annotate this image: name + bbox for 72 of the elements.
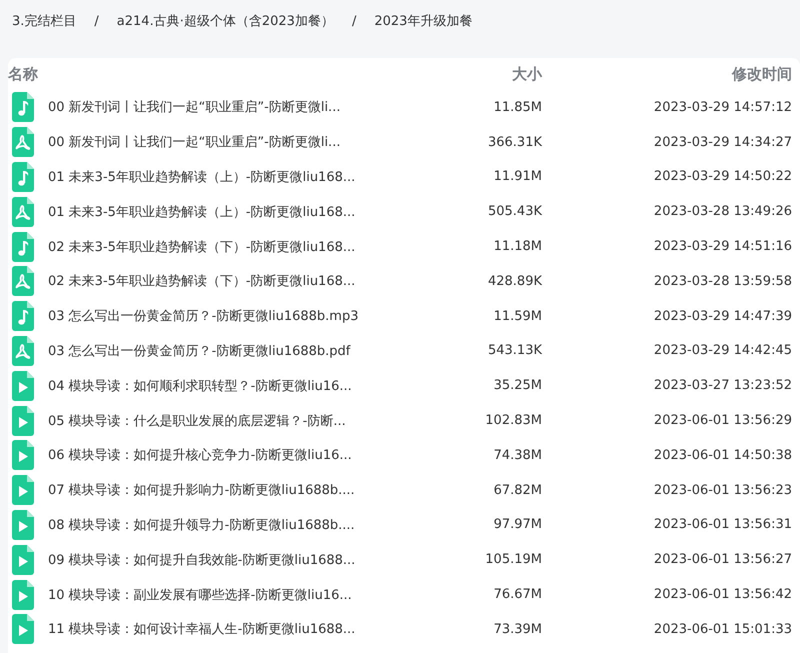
file-name[interactable]: 06 模块导读：如何提升核心竞争力-防断更微liu16... xyxy=(48,446,392,464)
modified-time: 2023-06-01 13:56:27 xyxy=(652,552,792,568)
audio-file-icon xyxy=(12,232,34,262)
audio-file-icon xyxy=(12,301,34,332)
file-size: 366.31K xyxy=(486,134,542,150)
video-file-icon xyxy=(12,440,34,470)
file-size: 543.13K xyxy=(486,343,542,358)
breadcrumb-separator: / xyxy=(94,14,99,28)
video-file-icon xyxy=(12,370,34,401)
video-file-icon xyxy=(12,544,34,575)
file-name[interactable]: 02 未来3-5年职业趋势解读（下）-防断更微liu168... xyxy=(48,238,392,256)
file-name[interactable]: 04 模块导读：如何顺利求职转型？-防断更微liu16... xyxy=(48,376,392,395)
modified-time: 2023-03-28 13:49:26 xyxy=(652,204,792,220)
file-size: 11.85M xyxy=(492,100,542,115)
file-size: 76.67M xyxy=(492,587,542,602)
file-name[interactable]: 00 新发刊词丨让我们一起“职业重启”-防断更微li... xyxy=(48,98,392,116)
file-size: 428.89K xyxy=(486,274,542,289)
file-size: 105.19M xyxy=(484,552,542,568)
modified-time: 2023-03-28 13:59:58 xyxy=(652,274,792,289)
file-size: 102.83M xyxy=(484,413,542,428)
breadcrumb-link[interactable]: 2023年升级加餐 xyxy=(374,12,472,30)
modified-time: 2023-03-29 14:51:16 xyxy=(652,239,792,254)
file-size: 11.18M xyxy=(492,239,542,254)
modified-time: 2023-03-29 14:50:22 xyxy=(652,169,792,184)
column-header[interactable]: 名称 xyxy=(8,64,392,84)
modified-time: 2023-06-01 13:56:29 xyxy=(652,413,792,428)
file-size: 73.39M xyxy=(492,622,542,637)
file-name[interactable]: 10 模块导读：副业发展有哪些选择-防断更微liu16... xyxy=(48,586,392,604)
file-name[interactable]: 08 模块导读：如何提升领导力-防断更微liu1688b.... xyxy=(48,516,392,534)
column-header[interactable]: 修改时间 xyxy=(542,64,792,84)
modified-time: 2023-06-01 13:56:23 xyxy=(652,482,792,498)
file-name[interactable]: 01 未来3-5年职业趋势解读（上）-防断更微liu168... xyxy=(48,202,392,221)
file-name[interactable]: 00 新发刊词丨让我们一起“职业重启”-防断更微li... xyxy=(48,133,392,152)
file-name[interactable]: 01 未来3-5年职业趋势解读（上）-防断更微liu168... xyxy=(48,168,392,186)
file-name[interactable]: 09 模块导读：如何提升自我效能-防断更微liu1688... xyxy=(48,550,392,569)
breadcrumb-link[interactable]: a214.古典·超级个体（含2023加餐） xyxy=(116,12,334,30)
modified-time: 2023-06-01 13:56:42 xyxy=(652,587,792,602)
modified-time: 2023-03-29 14:47:39 xyxy=(652,308,792,324)
file-name[interactable]: 11 模块导读：如何设计幸福人生-防断更微liu1688... xyxy=(48,620,392,638)
file-size: 67.82M xyxy=(492,482,542,498)
file-name[interactable]: 03 怎么写出一份黄金简历？-防断更微liu1688b.pdf xyxy=(48,342,392,360)
video-file-icon xyxy=(12,614,34,644)
file-name[interactable]: 02 未来3-5年职业趋势解读（下）-防断更微liu168... xyxy=(48,272,392,290)
modified-time: 2023-06-01 14:50:38 xyxy=(652,448,792,463)
file-size: 74.38M xyxy=(492,448,542,463)
modified-time: 2023-03-29 14:57:12 xyxy=(652,100,792,115)
file-size: 97.97M xyxy=(492,517,542,532)
file-name[interactable]: 07 模块导读：如何提升影响力-防断更微liu1688b.... xyxy=(48,481,392,500)
video-file-icon xyxy=(12,475,34,506)
breadcrumb-link[interactable]: 3.完结栏目 xyxy=(12,12,76,30)
video-file-icon xyxy=(12,406,34,436)
modified-time: 2023-03-27 13:23:52 xyxy=(652,378,792,394)
file-size: 11.59M xyxy=(492,308,542,324)
audio-file-icon xyxy=(12,92,34,122)
video-file-icon xyxy=(12,580,34,610)
file-name[interactable]: 03 怎么写出一份黄金简历？-防断更微liu1688b.mp3 xyxy=(48,307,392,326)
file-size: 505.43K xyxy=(486,204,542,220)
video-file-icon xyxy=(12,510,34,540)
modified-time: 2023-03-29 14:34:27 xyxy=(652,134,792,150)
audio-file-icon xyxy=(12,162,34,192)
modified-time: 2023-06-01 13:56:31 xyxy=(652,517,792,532)
column-header[interactable]: 大小 xyxy=(392,64,542,84)
modified-time: 2023-06-01 15:01:33 xyxy=(652,622,792,637)
file-size: 11.91M xyxy=(492,169,542,184)
file-size: 35.25M xyxy=(492,378,542,394)
pdf-file-icon xyxy=(12,127,34,158)
breadcrumb-separator: / xyxy=(352,14,356,28)
modified-time: 2023-03-29 14:42:45 xyxy=(652,343,792,358)
pdf-file-icon xyxy=(12,336,34,366)
file-name[interactable]: 05 模块导读：什么是职业发展的底层逻辑？-防断... xyxy=(48,412,392,430)
pdf-file-icon xyxy=(12,266,34,296)
pdf-file-icon xyxy=(12,196,34,227)
